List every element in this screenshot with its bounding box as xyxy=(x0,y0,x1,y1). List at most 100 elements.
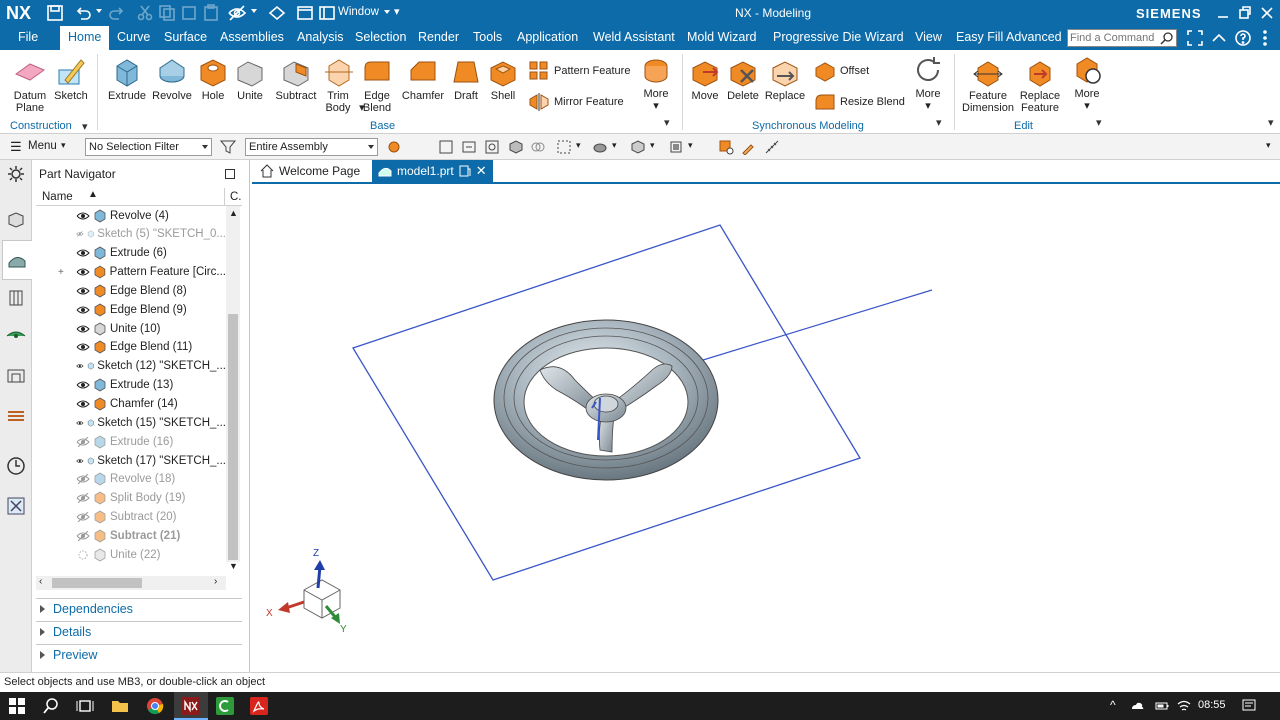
feature-tree-row[interactable]: Unite (10) xyxy=(36,319,226,338)
search-icon[interactable] xyxy=(42,697,60,715)
pattern-feature-button[interactable]: Pattern Feature xyxy=(528,60,630,82)
feature-tree-row[interactable]: Revolve (18) xyxy=(36,470,226,489)
feature-tree-row[interactable]: Split Body (19) xyxy=(36,489,226,508)
visible-eye-icon[interactable] xyxy=(76,305,90,315)
feature-tree-row[interactable]: Sketch (15) "SKETCH_... xyxy=(36,413,226,432)
feature-tree-row[interactable]: Unite (22) xyxy=(36,545,226,564)
windows-start-icon[interactable] xyxy=(8,697,26,715)
measure-icon[interactable] xyxy=(718,139,734,155)
snap-point-icon[interactable] xyxy=(386,139,402,155)
hide-icon[interactable] xyxy=(228,4,246,22)
save-icon[interactable] xyxy=(46,4,64,22)
hidden-eye-icon[interactable] xyxy=(76,474,90,485)
move-face-button[interactable]: Move xyxy=(688,56,722,102)
feature-tree-row[interactable]: Edge Blend (8) xyxy=(36,281,226,300)
full-screen-icon[interactable] xyxy=(1186,29,1204,47)
trim-body-button[interactable]: Trim Body ▾ xyxy=(320,56,365,114)
vertical-scroll-thumb[interactable] xyxy=(228,314,238,560)
chamfer-button[interactable]: Chamfer xyxy=(400,56,446,102)
feature-tree-row[interactable]: Sketch (12) "SKETCH_... xyxy=(36,357,226,376)
horizontal-scrollbar[interactable]: ‹ › xyxy=(36,576,226,590)
hidden-eye-icon[interactable] xyxy=(76,229,84,239)
task-view-icon[interactable] xyxy=(76,697,94,715)
offset-region-button[interactable]: Offset xyxy=(814,60,869,82)
shaded-display-icon[interactable] xyxy=(508,139,524,155)
undo-icon[interactable] xyxy=(74,4,92,22)
show-hidden-icons-icon[interactable]: ^ xyxy=(1110,698,1116,712)
tab-weld-assistant[interactable]: Weld Assistant xyxy=(593,30,675,44)
battery-icon[interactable] xyxy=(1155,699,1169,713)
tab-mold-wizard[interactable]: Mold Wizard xyxy=(687,30,756,44)
replace-feature-button[interactable]: Replace Feature xyxy=(1016,56,1064,114)
minimize-icon[interactable] xyxy=(1216,4,1230,22)
command-search-input[interactable] xyxy=(1068,30,1154,46)
undo-dropdown-icon[interactable] xyxy=(96,9,102,13)
hamburger-icon[interactable]: ☰ xyxy=(10,139,22,155)
tab-home[interactable]: Home xyxy=(60,26,110,50)
sort-ascending-icon[interactable]: ▲ xyxy=(88,189,98,200)
hidden-eye-icon[interactable] xyxy=(76,530,90,541)
reset-filter-icon[interactable] xyxy=(220,139,236,155)
search-icon[interactable] xyxy=(1160,31,1174,45)
group-base-dropdown-icon[interactable]: ▾ xyxy=(664,116,670,129)
feature-tree-row[interactable]: Subtract (21) xyxy=(36,526,226,545)
tab-model1[interactable]: model1.prt ✕ xyxy=(372,160,493,182)
scroll-left-icon[interactable]: ‹ xyxy=(39,576,42,587)
maximize-panel-icon[interactable] xyxy=(225,169,235,179)
subtract-button[interactable]: Subtract xyxy=(272,56,320,102)
tab-surface[interactable]: Surface xyxy=(164,30,207,44)
hide-dropdown-icon[interactable] xyxy=(251,9,257,13)
visible-eye-icon[interactable] xyxy=(76,342,90,352)
expand-plus-icon[interactable]: + xyxy=(58,267,64,278)
scroll-up-icon[interactable]: ▲ xyxy=(229,208,238,218)
edit-more-button[interactable]: More ▾ xyxy=(1068,54,1106,112)
command-search-box[interactable] xyxy=(1067,29,1177,47)
measure-distance-icon[interactable] xyxy=(764,139,780,155)
view-triad[interactable] xyxy=(278,560,341,624)
assembly-navigator-icon[interactable] xyxy=(6,210,26,230)
group-construction-dropdown-icon[interactable]: ▾ xyxy=(82,120,88,133)
menu-dropdown-icon[interactable]: ▾ xyxy=(61,140,66,151)
visible-eye-icon[interactable] xyxy=(76,380,90,390)
edge-blend-button[interactable]: Edge Blend xyxy=(358,56,396,114)
fit-icon[interactable] xyxy=(461,139,477,155)
feature-tree-row[interactable]: Chamfer (14) xyxy=(36,395,226,414)
vertical-scrollbar[interactable]: ▲ xyxy=(226,206,240,562)
drafting-icon[interactable] xyxy=(6,366,26,386)
window-menu[interactable]: Window xyxy=(338,6,379,18)
sketch-button[interactable]: Sketch xyxy=(52,56,90,102)
visible-eye-icon[interactable] xyxy=(76,399,90,409)
visible-eye-icon[interactable] xyxy=(76,267,90,277)
part-navigator-tab[interactable] xyxy=(2,240,32,280)
delete-face-button[interactable]: Delete xyxy=(724,56,762,102)
feature-tree-row[interactable]: Extrude (16) xyxy=(36,432,226,451)
tab-tools[interactable]: Tools xyxy=(473,30,502,44)
view-triad-icon[interactable] xyxy=(556,139,572,155)
reuse-library-icon[interactable] xyxy=(6,288,26,308)
hidden-eye-icon[interactable] xyxy=(76,436,90,447)
mirror-feature-button[interactable]: Mirror Feature xyxy=(528,91,624,113)
close-icon[interactable] xyxy=(1260,4,1274,22)
feature-tree-row[interactable]: Edge Blend (11) xyxy=(36,338,226,357)
hidden-eye-icon[interactable] xyxy=(76,512,90,523)
ribbon-options-dropdown-icon[interactable]: ▾ xyxy=(1268,116,1274,129)
history-clock-icon[interactable] xyxy=(6,456,26,476)
shell-button[interactable]: Shell xyxy=(486,56,520,102)
3d-viewport[interactable] xyxy=(252,184,1280,672)
notifications-icon[interactable] xyxy=(1242,699,1256,713)
detach-tab-icon[interactable] xyxy=(459,165,471,177)
horizontal-scroll-thumb[interactable] xyxy=(52,578,142,588)
acrobat-icon[interactable] xyxy=(250,697,268,715)
graphics-window[interactable]: Z X Y xyxy=(252,184,1280,672)
feature-tree-row[interactable]: Subtract (20) xyxy=(36,508,226,527)
show-hide-icon[interactable] xyxy=(268,4,286,22)
edit-more-dropdown-icon[interactable]: ▾ xyxy=(1084,100,1090,112)
selbar-options-dropdown-icon[interactable]: ▾ xyxy=(1266,140,1271,151)
scroll-right-icon[interactable]: › xyxy=(214,576,217,587)
feature-tree-row[interactable]: Sketch (17) "SKETCH_... xyxy=(36,451,226,470)
sync-more-button[interactable]: More ▾ xyxy=(910,54,946,112)
extrude-button[interactable]: Extrude xyxy=(105,56,149,102)
switch-window-icon[interactable] xyxy=(296,4,314,22)
column-c-header[interactable]: C. xyxy=(230,191,242,203)
sync-more-dropdown-icon[interactable]: ▾ xyxy=(925,100,931,112)
